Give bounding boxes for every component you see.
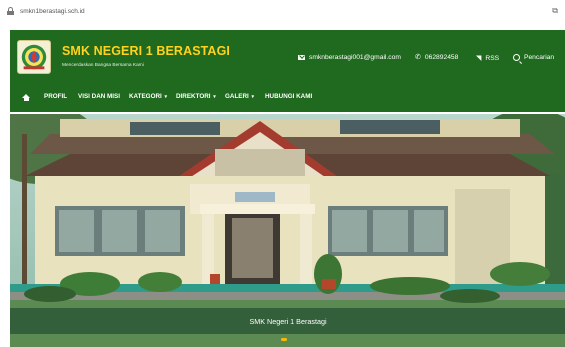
phone-text: 062892458 [424,54,459,61]
school-tagline: Mencerdaskan Bangsa Bersama Kami [62,63,144,68]
slide-caption-bar: SMK Negeri 1 Berastagi [10,308,565,334]
home-icon[interactable] [22,93,30,101]
rss-label: RSS [485,54,500,62]
nav-item-hubungi-kami[interactable]: HUBUNGI KAMI [265,93,312,100]
school-logo[interactable] [17,40,51,74]
nav-item-profil[interactable]: PROFIL [44,93,67,100]
nav-item-label: GALERI [225,93,249,100]
url-text[interactable]: smkn1berastagi.sch.id [20,8,85,15]
nav-item-label: KATEGORI [129,93,162,100]
email-link[interactable]: smknberastagi001@gmail.com [298,54,401,61]
envelope-icon [298,55,305,60]
school-name[interactable]: SMK NEGERI 1 BERASTAGI [62,44,230,58]
nav-item-visi-dan-misi[interactable]: VISI DAN MISI [78,93,120,100]
phone-icon: ✆ [415,54,421,61]
nav-item-label: PROFIL [44,93,68,100]
slider-indicator[interactable] [279,338,289,341]
search-label: Pencarian [524,54,555,61]
rss-icon: ◥ [476,55,482,62]
nav-item-galeri[interactable]: GALERI ▾ [225,93,254,100]
chevron-down-icon: ▾ [251,94,255,100]
chevron-down-icon: ▾ [213,94,216,100]
main-navigation: PROFIL VISI DAN MISI KATEGORI ▾ DIREKTOR… [10,84,565,110]
phone-link[interactable]: ✆ 062892458 [415,54,458,61]
browser-address-bar[interactable]: smkn1berastagi.sch.id ⧉ [0,0,565,22]
rss-link[interactable]: ◥ RSS [476,54,500,63]
nav-item-direktori[interactable]: DIREKTORI ▾ [176,93,216,100]
slide-caption: SMK Negeri 1 Berastagi [249,317,327,326]
slide-dot[interactable] [281,338,287,341]
nav-item-label: HUBUNGI KAMI [265,93,313,100]
puzzle-icon[interactable]: ⧉ [552,6,558,16]
hero-slider[interactable]: SMK Negeri 1 Berastagi [10,114,565,347]
search-link[interactable]: Pencarian [513,54,554,61]
email-text: smknberastagi001@gmail.com [309,54,401,61]
nav-item-label: VISI DAN MISI [78,93,120,100]
lock-icon [7,7,14,15]
search-icon [513,54,520,61]
nav-item-kategori[interactable]: KATEGORI ▾ [129,93,167,100]
nav-item-label: DIREKTORI [176,93,211,100]
chevron-down-icon: ▾ [164,94,168,100]
